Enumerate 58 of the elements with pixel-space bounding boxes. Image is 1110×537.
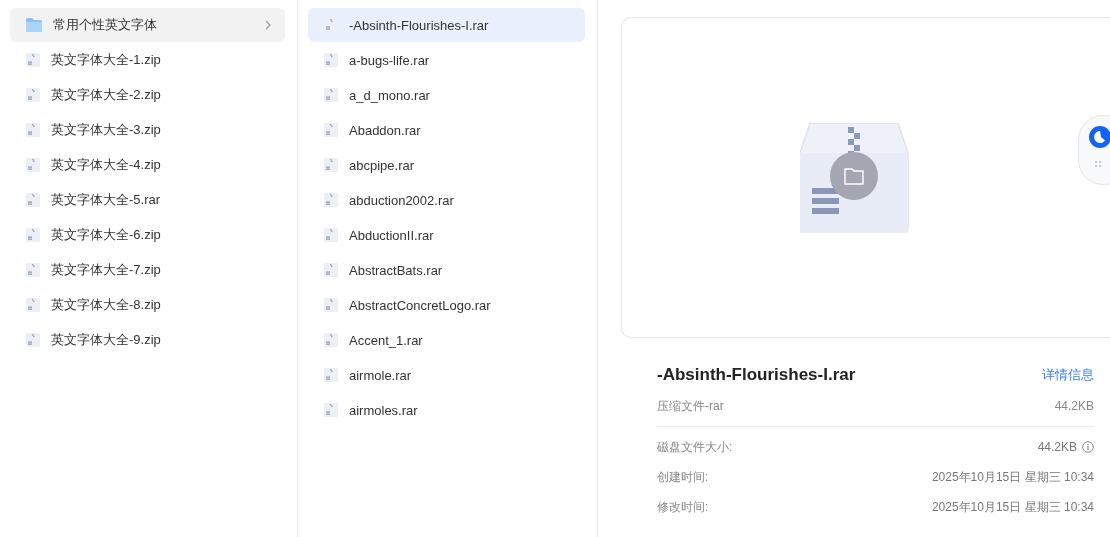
- archive-file-icon: [323, 122, 339, 138]
- archive-file-icon: [323, 87, 339, 103]
- file-list-item[interactable]: 英文字体大全-7.zip: [10, 253, 285, 287]
- file-list-item[interactable]: 英文字体大全-3.zip: [10, 113, 285, 147]
- archive-file-icon: [25, 262, 41, 278]
- file-list-item[interactable]: 英文字体大全-5.rar: [10, 183, 285, 217]
- archive-file-icon: [323, 332, 339, 348]
- file-list-item[interactable]: 英文字体大全-4.zip: [10, 148, 285, 182]
- file-list-item[interactable]: AbstractBats.rar: [308, 253, 585, 287]
- file-type: 压缩文件-rar: [657, 397, 724, 415]
- archive-file-icon: [323, 367, 339, 383]
- archive-file-icon: [25, 297, 41, 313]
- file-list-item[interactable]: a-bugs-life.rar: [308, 43, 585, 77]
- archive-file-icon: [25, 122, 41, 138]
- field-value: 44.2KB: [1037, 440, 1077, 454]
- file-list-item[interactable]: a_d_mono.rar: [308, 78, 585, 112]
- file-list-item[interactable]: 英文字体大全-6.zip: [10, 218, 285, 252]
- archive-file-icon: [323, 157, 339, 173]
- info-icon[interactable]: [1082, 441, 1094, 453]
- file-list-item[interactable]: 英文字体大全-1.zip: [10, 43, 285, 77]
- archive-file-icon: [323, 262, 339, 278]
- folder-icon: [25, 17, 43, 33]
- file-list-item[interactable]: Accent_1.rar: [308, 323, 585, 357]
- file-list-item[interactable]: AbductionII.rar: [308, 218, 585, 252]
- file-list-item[interactable]: AbstractConcretLogo.rar: [308, 288, 585, 322]
- field-value: 2025年10月15日 星期三 10:34: [931, 468, 1094, 486]
- archive-file-icon: [25, 157, 41, 173]
- file-title: -Absinth-Flourishes-I.rar: [657, 365, 856, 385]
- archive-file-icon: [323, 52, 339, 68]
- archive-file-icon: [323, 17, 339, 33]
- field-label: 修改时间:: [657, 498, 709, 516]
- archive-file-icon: [25, 52, 41, 68]
- file-list-item[interactable]: -Absinth-Flourishes-I.rar: [308, 8, 585, 42]
- assistant-icon: [1088, 125, 1110, 149]
- file-list-item[interactable]: 英文字体大全-2.zip: [10, 78, 285, 112]
- file-list-item[interactable]: airmole.rar: [308, 358, 585, 392]
- archive-file-icon: [323, 297, 339, 313]
- file-list-item[interactable]: 常用个性英文字体: [10, 8, 285, 42]
- archive-file-icon: [25, 332, 41, 348]
- field-label: 磁盘文件大小:: [657, 438, 733, 456]
- drag-handle-icon[interactable]: [1094, 160, 1102, 168]
- chevron-right-icon: [265, 20, 271, 30]
- archive-file-icon: [323, 227, 339, 243]
- file-list-item[interactable]: abcpipe.rar: [308, 148, 585, 182]
- archive-file-icon: [25, 192, 41, 208]
- field-label: 创建时间:: [657, 468, 709, 486]
- file-list-item[interactable]: 英文字体大全-8.zip: [10, 288, 285, 322]
- archive-file-icon: [323, 402, 339, 418]
- file-size: 44.2KB: [1054, 399, 1094, 413]
- field-value: 2025年10月15日 星期三 10:34: [931, 498, 1094, 516]
- file-list-item[interactable]: airmoles.rar: [308, 393, 585, 427]
- file-list-item[interactable]: Abaddon.rar: [308, 113, 585, 147]
- file-list-item[interactable]: abduction2002.rar: [308, 183, 585, 217]
- details-link[interactable]: 详情信息: [1042, 366, 1094, 384]
- file-list-item[interactable]: 英文字体大全-9.zip: [10, 323, 285, 357]
- archive-file-icon: [323, 192, 339, 208]
- archive-file-icon: [25, 87, 41, 103]
- archive-file-icon: [25, 227, 41, 243]
